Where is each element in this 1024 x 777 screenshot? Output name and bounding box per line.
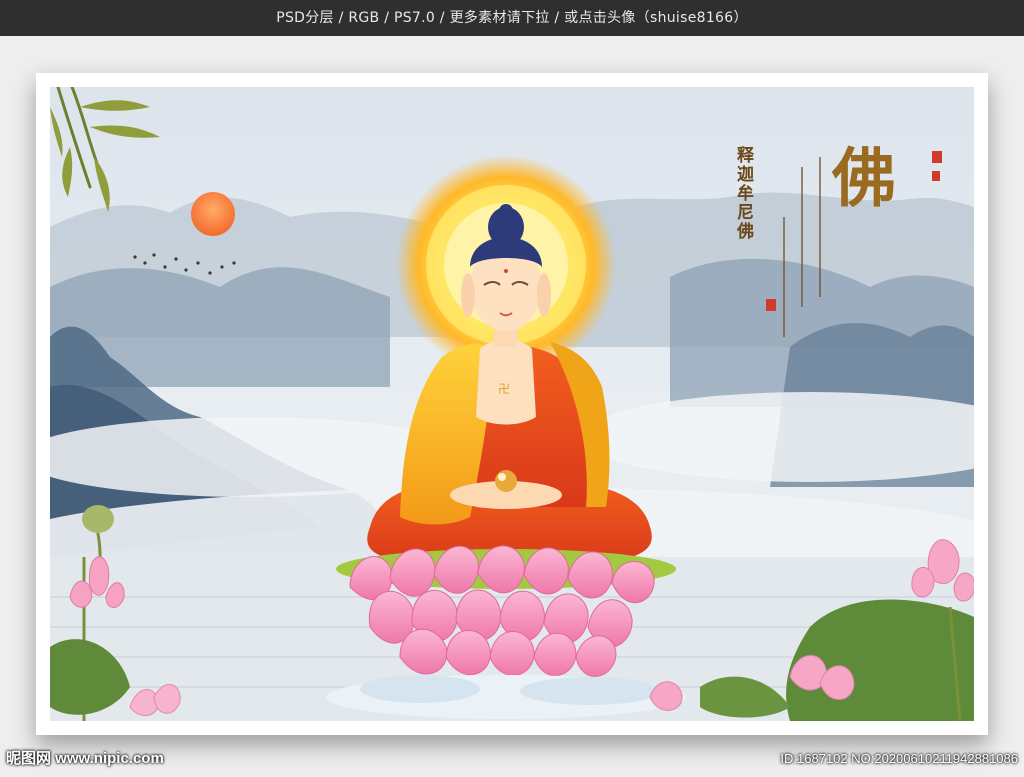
watermark-bar: 昵图网 www.nipic.com ID:1687102 NO:20200610… (0, 741, 1024, 777)
calligraphy-main: 佛 (806, 124, 896, 304)
chest-symbol: 卍 (498, 382, 510, 396)
buddha-character: 佛 (821, 144, 896, 208)
image-id: ID:1687102 NO:20200610211942881086 (780, 751, 1018, 766)
top-banner: PSD分层 / RGB / PS7.0 / 更多素材请下拉 / 或点击头像（sh… (0, 0, 1024, 36)
shakyamuni-name: 释迦牟尼佛 (733, 146, 753, 241)
nipic-logo[interactable]: 昵图网 www.nipic.com (6, 745, 164, 773)
